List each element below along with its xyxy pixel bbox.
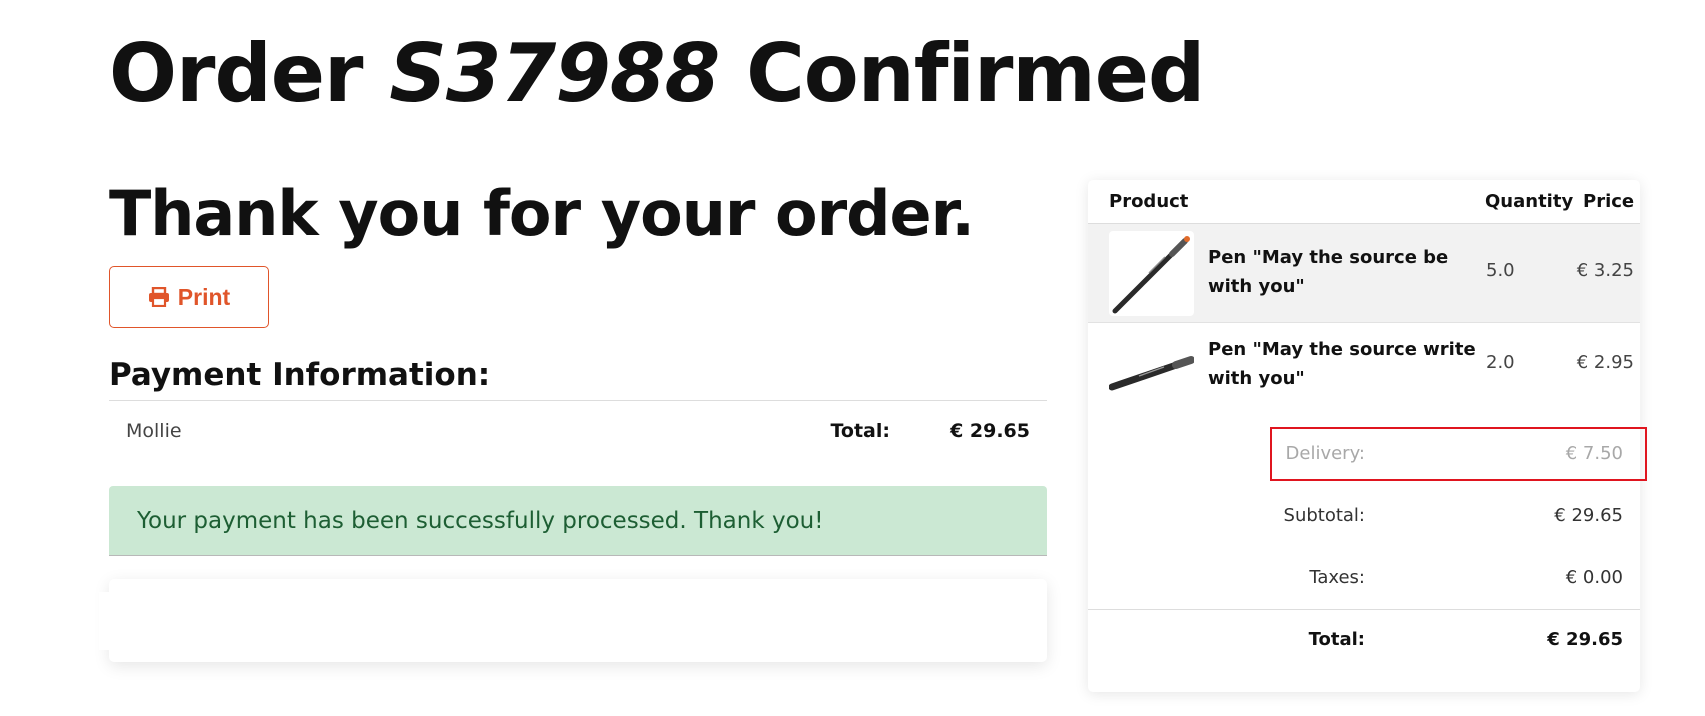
print-icon [148,287,170,307]
product-quantity: 2.0 [1486,352,1515,373]
grand-total-row: Total: € 29.65 [1088,615,1640,665]
product-image [1109,231,1194,316]
payment-method: Mollie [126,420,182,442]
alert-message: Your payment has been successfully proce… [137,507,824,534]
payment-total-value: € 29.65 [950,420,1030,442]
product-row[interactable]: Pen "May the source write with you" 2.0 … [1088,323,1640,421]
product-quantity: 5.0 [1486,260,1515,281]
subtotal-label: Subtotal: [1283,505,1365,526]
grand-total-value: € 29.65 [1547,629,1623,650]
column-product: Product [1109,191,1189,212]
grand-total-label: Total: [1308,629,1365,650]
product-price: € 3.25 [1576,260,1634,281]
product-price: € 2.95 [1576,352,1634,373]
delivery-value: € 7.50 [1565,443,1623,464]
order-number: S37988 [389,27,720,120]
blank-card-edge [99,592,111,650]
taxes-row: Taxes: € 0.00 [1088,553,1640,603]
print-button[interactable]: Print [109,266,269,328]
title-confirmed-suffix: Confirmed [746,27,1205,120]
delivery-label: Delivery: [1285,443,1365,464]
payment-info-row: Mollie Total: € 29.65 [109,401,1047,461]
subtotal-value: € 29.65 [1554,505,1623,526]
product-image [1108,330,1195,415]
product-row[interactable]: Pen "May the source be with you" 5.0 € 3… [1088,224,1640,323]
order-summary-card: Product Quantity Price Pen "May the sour… [1088,180,1640,692]
product-name[interactable]: Pen "May the source write with you" [1208,335,1478,393]
title-order-prefix: Order [109,27,363,120]
delivery-row: Delivery: € 7.50 [1088,429,1640,479]
taxes-label: Taxes: [1309,567,1365,588]
summary-header: Product Quantity Price [1088,180,1640,224]
summary-divider [1088,609,1640,610]
column-price: Price [1583,191,1635,212]
payment-total-label: Total: [830,420,890,442]
product-name[interactable]: Pen "May the source be with you" [1208,243,1478,301]
subtotal-row: Subtotal: € 29.65 [1088,491,1640,541]
print-button-label: Print [177,283,231,310]
blank-card [109,579,1047,662]
payment-success-alert: Your payment has been successfully proce… [109,486,1047,556]
taxes-value: € 0.00 [1565,567,1623,588]
thank-you-heading: Thank you for your order. [109,177,975,250]
column-quantity: Quantity [1485,191,1574,212]
payment-info-heading: Payment Information: [109,357,491,393]
page-title: Order S37988 Confirmed [109,27,1205,120]
